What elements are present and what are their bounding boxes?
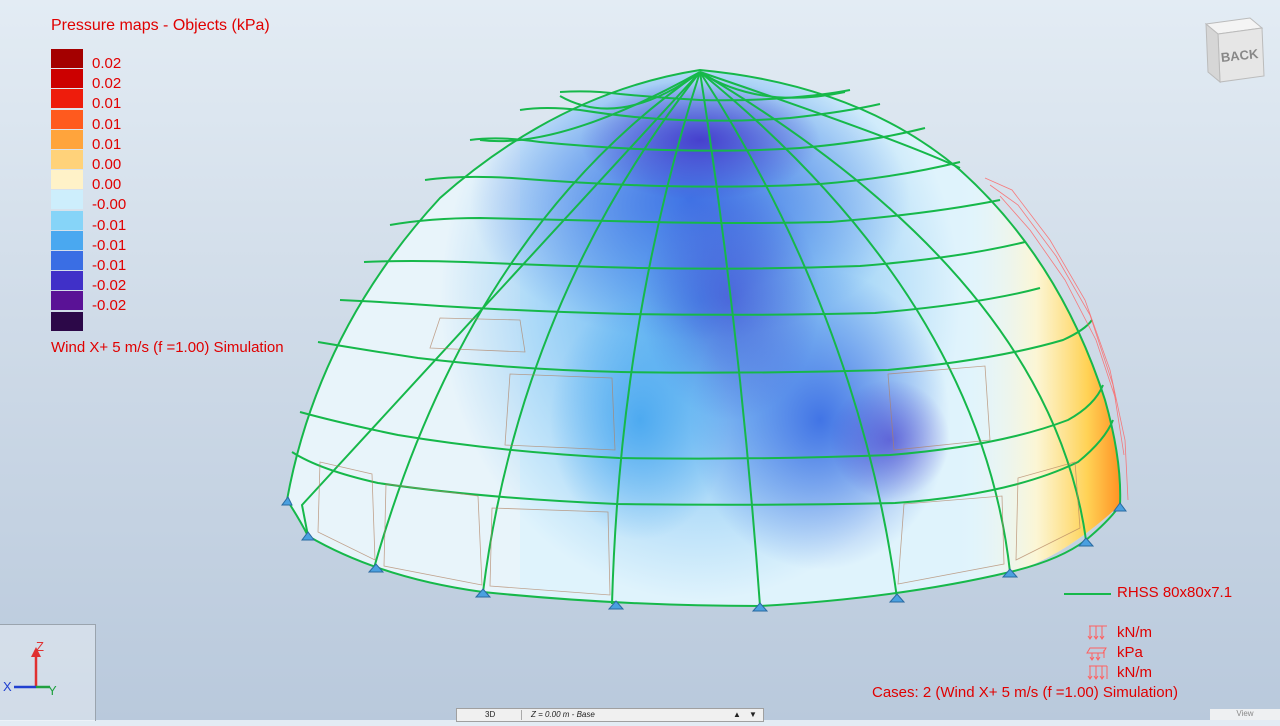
- legend-swatch: [51, 291, 83, 311]
- axis-y-label: Y: [48, 683, 57, 698]
- legend-row: 0.01: [51, 89, 171, 112]
- cases-label: Cases: 2 (Wind X+ 5 m/s (f =1.00) Simula…: [872, 684, 1178, 701]
- distributed-load-icon: [1087, 625, 1107, 640]
- legend-row: 0.02: [51, 49, 171, 72]
- legend-row: 0.00: [51, 150, 171, 173]
- unit-label: kPa: [1117, 644, 1143, 661]
- level-selector[interactable]: Z = 0.00 m - Base: [531, 710, 595, 719]
- chevron-up-icon[interactable]: ▲: [733, 710, 741, 719]
- legend-row: -0.01: [51, 251, 171, 274]
- surface-load-icon: [1086, 647, 1107, 661]
- legend-swatch: [51, 170, 83, 190]
- dome-model[interactable]: [0, 0, 1280, 720]
- legend-row: 0.02: [51, 69, 171, 92]
- legend-row: -0.02: [51, 291, 171, 314]
- legend-swatch: [51, 210, 83, 230]
- legend-row: 0.01: [51, 109, 171, 132]
- legend-row: [51, 311, 171, 332]
- legend-row: -0.00: [51, 190, 171, 213]
- legend-swatch: [51, 49, 83, 68]
- view-cube[interactable]: BACK: [1200, 16, 1268, 86]
- legend-swatch: [51, 230, 83, 250]
- legend-row: 0.01: [51, 129, 171, 152]
- axis-z-label: Z: [36, 639, 44, 654]
- distributed-load-icon: [1087, 665, 1108, 680]
- unit-label: kN/m: [1117, 664, 1152, 681]
- legend-swatch: [51, 251, 83, 270]
- legend-swatch: [51, 69, 83, 89]
- legend-swatch: [51, 129, 83, 149]
- statusbar-divider: [521, 710, 522, 720]
- view-corner-label: View: [1210, 709, 1280, 720]
- section-line-sample: [1064, 593, 1111, 595]
- legend-swatch: [51, 190, 83, 210]
- axis-x-label: X: [3, 679, 12, 694]
- legend-title: Pressure maps - Objects (kPa): [51, 17, 270, 34]
- section-label: RHSS 80x80x7.1: [1117, 584, 1233, 601]
- legend-row: -0.01: [51, 230, 171, 253]
- legend-case-label: Wind X+ 5 m/s (f =1.00) Simulation: [51, 339, 284, 356]
- view-mode[interactable]: 3D: [485, 710, 495, 719]
- legend-swatch: [51, 150, 83, 169]
- legend-swatch: [51, 89, 83, 109]
- legend-swatch: [51, 109, 83, 129]
- legend-row: 0.00: [51, 170, 171, 193]
- legend-row: -0.01: [51, 210, 171, 233]
- unit-label: kN/m: [1117, 624, 1152, 641]
- legend-swatch: [51, 271, 83, 291]
- legend-row: -0.02: [51, 271, 171, 294]
- axis-triad-icon: Z X Y: [3, 639, 57, 698]
- chevron-down-icon[interactable]: ▼: [749, 710, 757, 719]
- legend-swatch: [51, 311, 83, 331]
- axes-indicator: Z X Y: [0, 624, 96, 721]
